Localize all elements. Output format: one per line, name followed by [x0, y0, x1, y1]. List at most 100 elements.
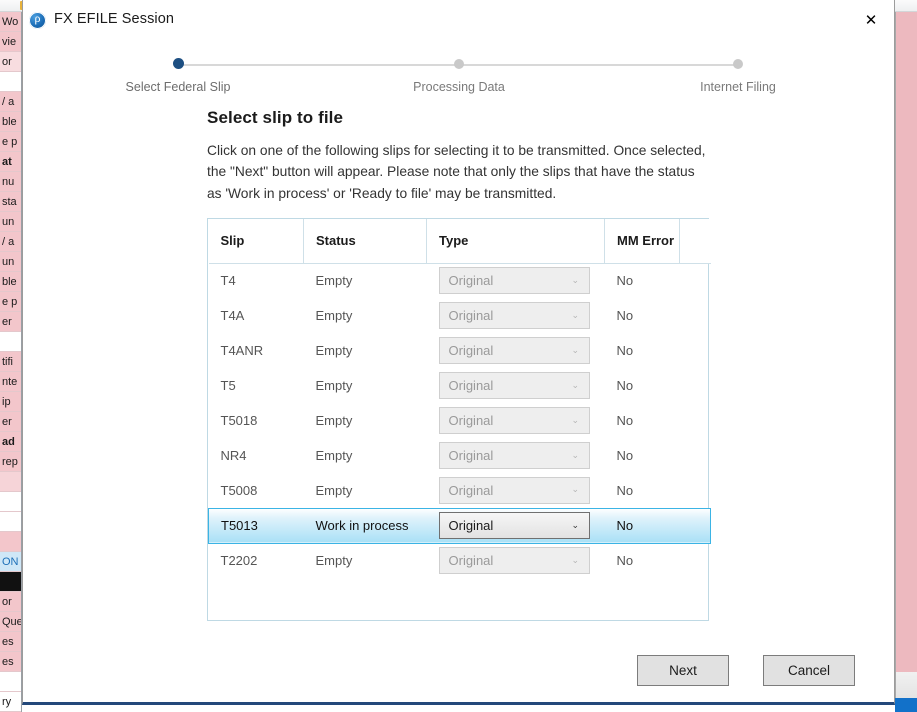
type-dropdown-value: Original — [448, 482, 494, 498]
type-dropdown[interactable]: Original ⌄ — [438, 512, 590, 539]
background-row — [0, 72, 21, 92]
column-header-mm-error[interactable]: MM Error — [604, 219, 680, 264]
background-row: ble — [0, 272, 21, 292]
cell-slip: T4A — [220, 308, 245, 323]
step-internet-filing[interactable]: Internet Filing — [658, 52, 818, 94]
table-row[interactable]: NR4 Empty Original ⌄ No — [209, 438, 711, 473]
chevron-down-icon: ⌄ — [571, 449, 580, 460]
chevron-down-icon: ⌄ — [571, 309, 580, 320]
background-row: ip — [0, 392, 21, 412]
cancel-button[interactable]: Cancel — [763, 655, 855, 686]
type-dropdown: Original ⌄ — [438, 372, 590, 399]
type-dropdown: Original ⌄ — [438, 302, 590, 329]
background-row: / a — [0, 232, 21, 252]
table-row[interactable]: T4 Empty Original ⌄ No — [209, 263, 711, 298]
background-row: or — [0, 592, 21, 612]
background-row: rep — [0, 452, 21, 472]
background-right-statusbar — [895, 698, 917, 712]
background-row: es — [0, 652, 21, 672]
background-row: un — [0, 212, 21, 232]
background-row: nu — [0, 172, 21, 192]
background-row: at — [0, 152, 21, 172]
cell-mm-error: No — [616, 378, 634, 393]
cell-status: Empty — [315, 553, 353, 569]
background-row — [0, 512, 21, 532]
background-row: ON — [0, 552, 21, 572]
page-title: Select slip to file — [207, 108, 344, 127]
cell-spacer — [680, 263, 711, 298]
chevron-down-icon: ⌄ — [571, 519, 580, 530]
table-header-row: Slip Status Type MM Error — [208, 219, 711, 264]
chevron-down-icon: ⌄ — [571, 484, 580, 495]
cell-type: Original ⌄ — [427, 263, 605, 298]
background-row — [0, 672, 21, 692]
cell-type: Original ⌄ — [427, 333, 605, 368]
background-row: / a — [0, 92, 21, 112]
column-header-type[interactable]: Type — [426, 219, 605, 264]
cell-type: Original ⌄ — [427, 403, 605, 438]
table-row[interactable]: T5 Empty Original ⌄ No — [209, 368, 711, 403]
type-dropdown: Original ⌄ — [438, 442, 590, 469]
type-dropdown: Original ⌄ — [438, 267, 590, 295]
table-row[interactable]: T5008 Empty Original ⌄ No — [209, 473, 711, 508]
cell-spacer — [680, 438, 711, 473]
background-row: es — [0, 632, 21, 652]
background-row: Wo — [0, 12, 21, 32]
background-row: er — [0, 312, 21, 332]
background-row: tifi — [0, 352, 21, 372]
type-dropdown-value: Original — [448, 308, 494, 323]
column-header-slip[interactable]: Slip — [208, 219, 304, 264]
background-row: ad — [0, 432, 21, 452]
next-button[interactable]: Next — [637, 655, 729, 686]
cell-slip: T5018 — [220, 413, 258, 428]
background-row — [0, 492, 21, 512]
window-title: FX EFILE Session — [54, 11, 175, 27]
type-dropdown-value: Original — [448, 448, 494, 463]
table-row[interactable]: T2202 Empty Original ⌄ No — [209, 543, 711, 578]
cell-mm-error: No — [616, 553, 634, 569]
cell-status: Empty — [315, 413, 353, 428]
background-row: e p — [0, 132, 21, 152]
chevron-down-icon: ⌄ — [571, 414, 580, 425]
table-row[interactable]: T5013 Work in process Original ⌄ No — [208, 507, 711, 544]
cell-mm-error: No — [616, 308, 634, 323]
background-row: Que — [0, 612, 21, 632]
column-header-status[interactable]: Status — [303, 219, 427, 264]
cell-slip: T5013 — [208, 507, 304, 544]
slips-table-container: Slip Status Type MM Error T4 Empty Origina… — [207, 218, 711, 621]
cell-spacer — [680, 403, 711, 438]
background-left-strip: Wo vie or / a ble e p at nu sta un / a un ble e p er ti… — [0, 12, 22, 712]
chevron-down-icon: ⌄ — [571, 554, 580, 565]
step-processing-data[interactable]: Processing Data — [379, 52, 539, 94]
cell-spacer — [680, 298, 711, 333]
step-dot-icon — [172, 58, 184, 69]
table-row[interactable]: T4A Empty Original ⌄ No — [209, 298, 711, 333]
background-row: er — [0, 412, 21, 432]
background-row — [0, 532, 21, 552]
cell-status: Empty — [315, 343, 353, 358]
content-block: Select slip to file Click on one of the … — [207, 108, 727, 204]
cell-slip: NR4 — [220, 448, 247, 463]
dialog-footer: Next Cancel — [23, 655, 896, 695]
cell-slip: T5008 — [220, 482, 258, 498]
chevron-down-icon: ⌄ — [571, 344, 580, 355]
wizard-stepper: Select Federal Slip Processing Data Inte… — [23, 52, 896, 98]
type-dropdown-value: Original — [448, 273, 494, 289]
background-right-strip — [895, 12, 917, 672]
cell-type: Original ⌄ — [427, 298, 605, 333]
efile-session-dialog: FX EFILE Session ✕ Select Federal Slip P… — [22, 0, 895, 705]
chevron-down-icon: ⌄ — [571, 379, 580, 390]
table-row[interactable]: T5018 Empty Original ⌄ No — [209, 403, 711, 438]
slips-table-body: T4 Empty Original ⌄ No T4A Empty Original ⌄ No T4A… — [208, 263, 711, 578]
cell-status: Empty — [315, 378, 353, 393]
cell-mm-error: No — [616, 343, 634, 358]
step-select-federal-slip[interactable]: Select Federal Slip — [98, 52, 258, 94]
column-header-spacer — [679, 219, 711, 264]
background-row: e p — [0, 292, 21, 312]
table-row[interactable]: T4ANR Empty Original ⌄ No — [209, 333, 711, 368]
cell-type: Original ⌄ — [427, 368, 605, 403]
step-label: Select Federal Slip — [125, 80, 231, 94]
cell-status: Empty — [315, 482, 353, 498]
close-icon[interactable]: ✕ — [848, 0, 894, 40]
cell-slip: T2202 — [220, 553, 258, 569]
